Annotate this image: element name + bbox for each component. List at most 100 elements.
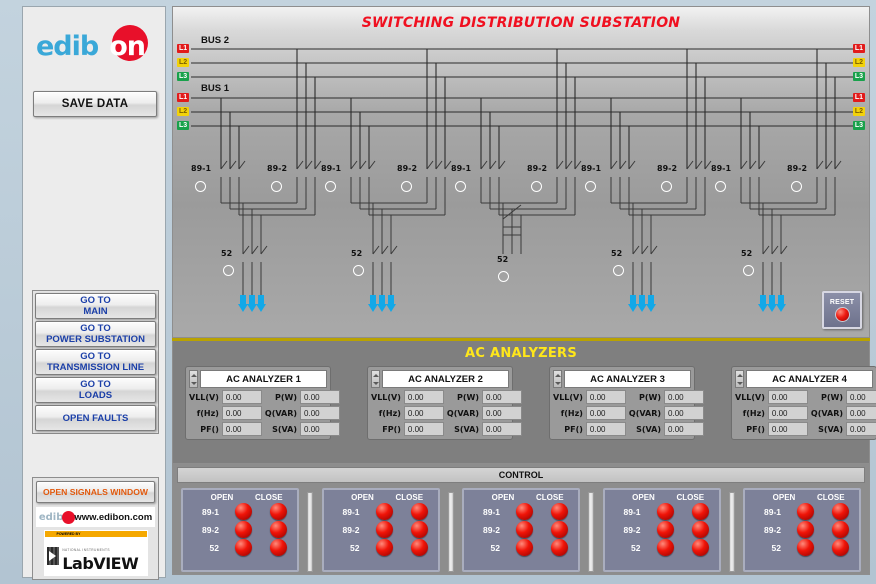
close-led-button[interactable] [692, 503, 709, 520]
control-row-label: 52 [619, 543, 641, 553]
reset-led-icon[interactable] [835, 307, 850, 322]
column-header-open: OPEN [209, 493, 235, 502]
analyzer-label: PF() [189, 425, 219, 434]
control-row-label: 89-1 [478, 507, 500, 517]
logo-text: edib [36, 31, 98, 62]
close-led-button[interactable] [270, 503, 287, 520]
open-led-button[interactable] [797, 521, 814, 538]
open-led-button[interactable] [235, 539, 252, 556]
open-led-button[interactable] [797, 503, 814, 520]
disconnector-89-2-indicator[interactable] [531, 181, 542, 192]
analyzer-value: 0.00 [482, 422, 522, 436]
close-led-button[interactable] [411, 521, 428, 538]
breaker-52-indicator[interactable] [353, 265, 364, 276]
nav-label-line1: GO TO [80, 295, 110, 306]
analyzer-label: f(Hz) [735, 409, 765, 418]
disconnector-89-1-indicator[interactable] [585, 181, 596, 192]
control-header: OPEN CLOSE [330, 493, 432, 502]
analyzer-label: FP() [371, 425, 401, 434]
control-row-label: 52 [197, 543, 219, 553]
open-led-button[interactable] [657, 503, 674, 520]
open-led-button[interactable] [376, 521, 393, 538]
analyzer-name[interactable]: AC ANALYZER 3 [564, 370, 691, 388]
control-row: 52 [470, 539, 572, 556]
disconnector-89-1-label: 89-1 [321, 164, 341, 173]
analyzer-value: 0.00 [300, 422, 340, 436]
analyzer-name[interactable]: AC ANALYZER 4 [746, 370, 873, 388]
close-led-button[interactable] [551, 521, 568, 538]
analyzer-value: 0.00 [586, 406, 626, 420]
close-led-button[interactable] [270, 539, 287, 556]
control-row: 89-2 [611, 521, 713, 538]
open-led-button[interactable] [516, 503, 533, 520]
control-row: 89-2 [470, 521, 572, 538]
control-divider [588, 492, 594, 572]
analyzer-readouts: VLL(V) 0.00 P(W) 0.00f(Hz) 0.00 Q(VAR) 0… [735, 390, 873, 436]
disconnector-89-1-indicator[interactable] [455, 181, 466, 192]
close-led-button[interactable] [270, 521, 287, 538]
close-led-button[interactable] [832, 521, 849, 538]
analyzer-name[interactable]: AC ANALYZER 1 [200, 370, 327, 388]
control-row-label: 89-1 [197, 507, 219, 517]
analyzer-value: 0.00 [222, 422, 262, 436]
analyzer-label: VLL(V) [553, 393, 583, 402]
analyzer-label: S(VA) [447, 425, 479, 434]
close-led-button[interactable] [411, 539, 428, 556]
disconnector-89-2-indicator[interactable] [401, 181, 412, 192]
analyzer-spinner[interactable] [553, 370, 562, 388]
sidebar-item-open-faults[interactable]: OPEN FAULTS [35, 405, 156, 431]
breaker-52-indicator[interactable] [743, 265, 754, 276]
labview-ni-label: NATIONAL INSTRUMENTS [62, 548, 110, 552]
column-header-close: CLOSE [396, 493, 422, 502]
disconnector-89-1-indicator[interactable] [715, 181, 726, 192]
analyzer-value: 0.00 [300, 406, 340, 420]
close-led-button[interactable] [832, 539, 849, 556]
disconnector-89-1-indicator[interactable] [325, 181, 336, 192]
open-led-button[interactable] [797, 539, 814, 556]
open-led-button[interactable] [516, 539, 533, 556]
disconnector-89-1-indicator[interactable] [195, 181, 206, 192]
analyzer-label: VLL(V) [735, 393, 765, 402]
open-signals-window-button[interactable]: OPEN SIGNALS WINDOW [36, 481, 155, 503]
column-header-close: CLOSE [817, 493, 843, 502]
disconnector-89-1-label: 89-1 [451, 164, 471, 173]
close-led-button[interactable] [692, 539, 709, 556]
analyzer-spinner[interactable] [189, 370, 198, 388]
open-led-button[interactable] [235, 521, 252, 538]
analyzer-spinner[interactable] [735, 370, 744, 388]
sidebar-item-main[interactable]: GO TO MAIN [35, 293, 156, 319]
edibon-website-banner[interactable]: edib www.edibon.com [36, 507, 155, 527]
open-led-button[interactable] [235, 503, 252, 520]
analyzer-name[interactable]: AC ANALYZER 2 [382, 370, 509, 388]
disconnector-89-2-indicator[interactable] [271, 181, 282, 192]
close-led-button[interactable] [832, 503, 849, 520]
analyzer-label: f(Hz) [371, 409, 401, 418]
sidebar-item-power-substation[interactable]: GO TO POWER SUBSTATION [35, 321, 156, 347]
disconnector-89-2-indicator[interactable] [791, 181, 802, 192]
analyzer-label: VLL(V) [371, 393, 401, 402]
disconnector-89-2-indicator[interactable] [661, 181, 672, 192]
open-led-button[interactable] [657, 539, 674, 556]
open-led-button[interactable] [657, 521, 674, 538]
close-led-button[interactable] [411, 503, 428, 520]
breaker-52-indicator[interactable] [613, 265, 624, 276]
logo-on-text: on [109, 31, 145, 62]
sidebar-item-transmission-line[interactable]: GO TO TRANSMISSION LINE [35, 349, 156, 375]
close-led-button[interactable] [692, 521, 709, 538]
save-data-button[interactable]: SAVE DATA [33, 91, 157, 117]
close-led-button[interactable] [551, 503, 568, 520]
open-led-button[interactable] [376, 539, 393, 556]
sidebar-item-loads[interactable]: GO TO LOADS [35, 377, 156, 403]
breaker-52-indicator[interactable] [498, 271, 509, 282]
open-led-button[interactable] [516, 521, 533, 538]
breaker-52-label: 52 [351, 249, 362, 258]
analyzer-spinner[interactable] [371, 370, 380, 388]
reset-button[interactable]: RESET [822, 291, 862, 329]
nav-label-line2: LOADS [79, 390, 112, 401]
close-led-button[interactable] [551, 539, 568, 556]
ac-analyzer-panel: AC ANALYZER 4 VLL(V) 0.00 P(W) 0.00f(Hz)… [731, 366, 876, 440]
disconnector-89-2-label: 89-2 [267, 164, 287, 173]
breaker-52-indicator[interactable] [223, 265, 234, 276]
open-led-button[interactable] [376, 503, 393, 520]
control-header: OPEN CLOSE [751, 493, 853, 502]
